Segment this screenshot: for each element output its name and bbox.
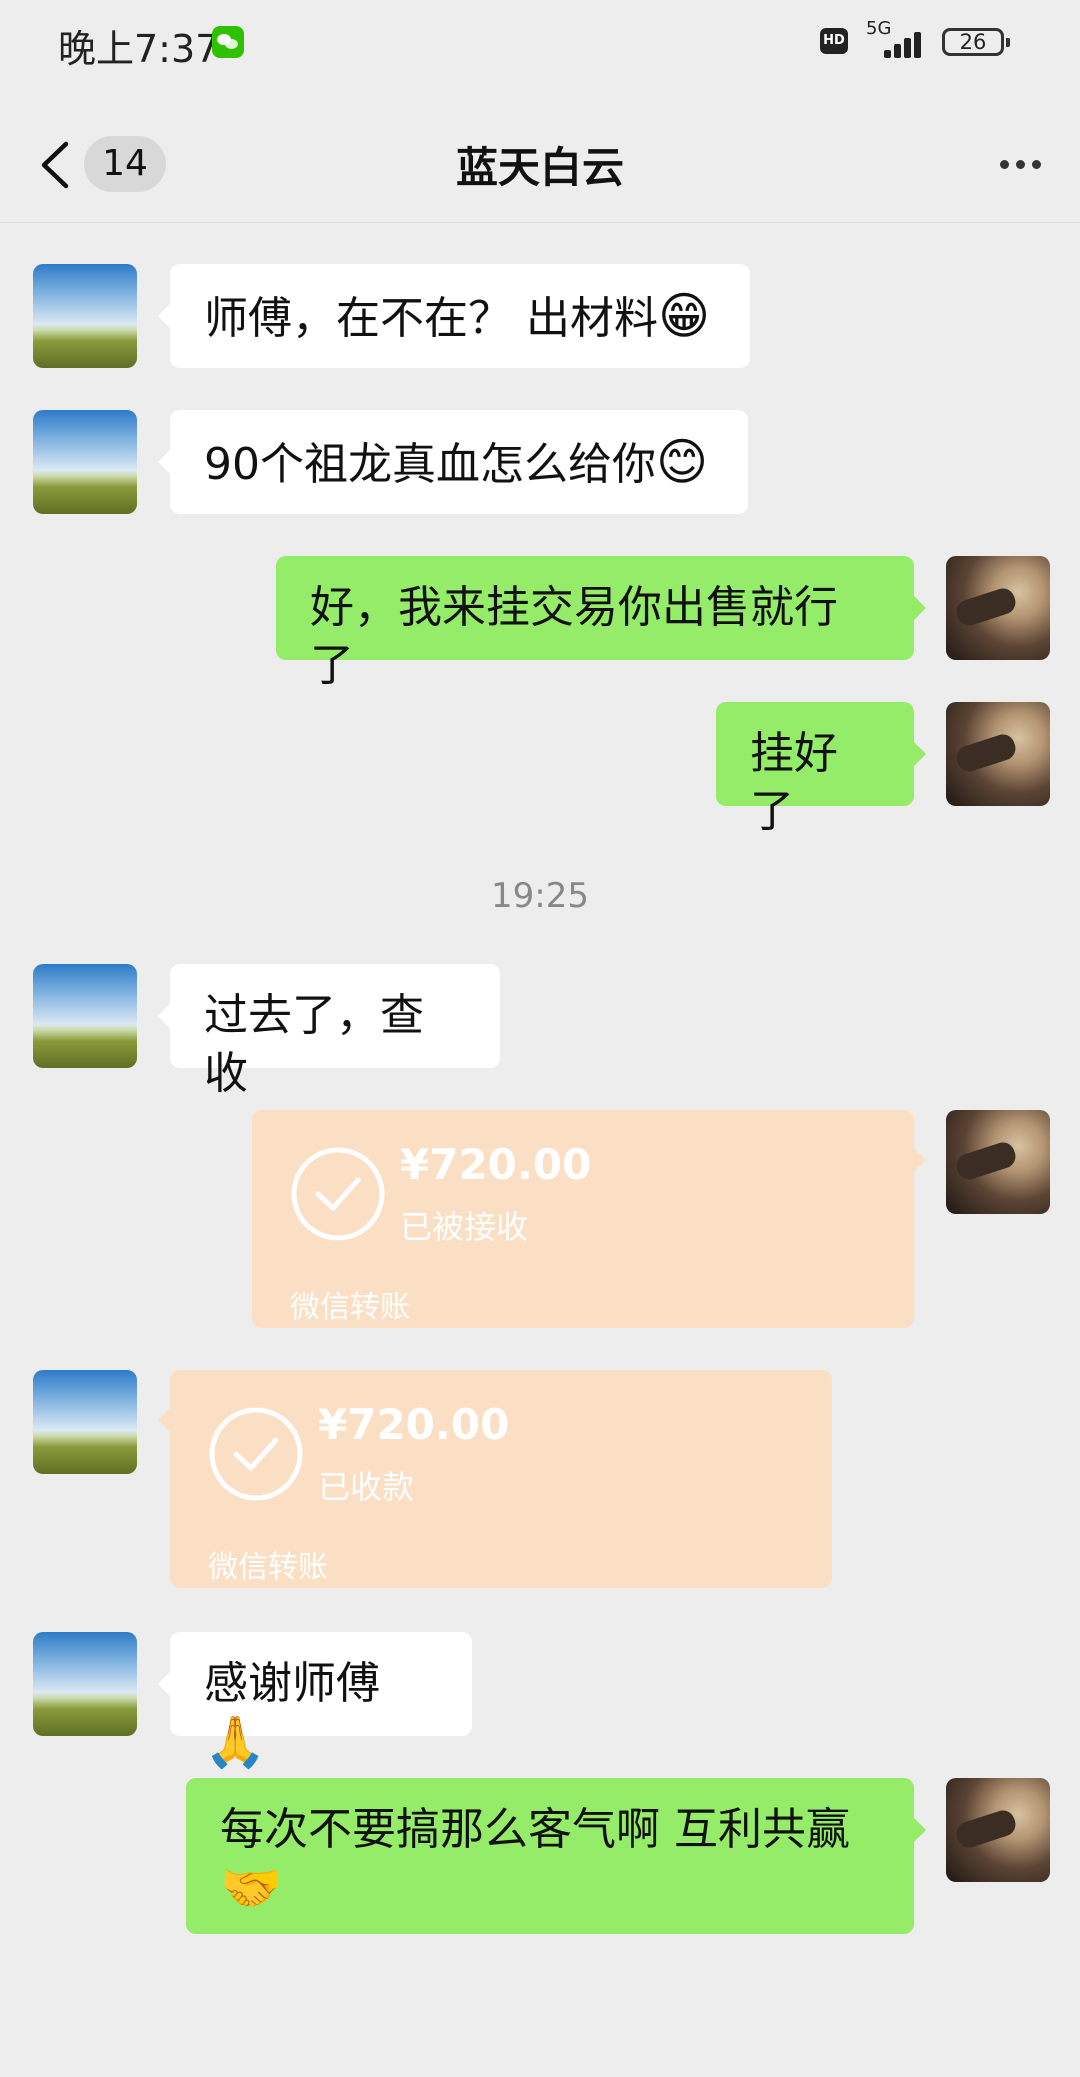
message-text: 每次不要搞那么客气啊 互利共赢 bbox=[220, 1804, 850, 1855]
message-text: 过去了，查收 bbox=[204, 990, 424, 1099]
transfer-card[interactable]: ¥720.00 已收款 微信转账 bbox=[158, 1370, 832, 1588]
self-avatar[interactable] bbox=[946, 1778, 1050, 1882]
message-bubble[interactable]: 每次不要搞那么客气啊 互利共赢 🤝 bbox=[186, 1778, 926, 1934]
battery-level: 26 bbox=[959, 30, 987, 54]
handshake-emoji-icon: 🤝 bbox=[220, 1859, 283, 1917]
unread-count-badge[interactable]: 14 bbox=[84, 136, 166, 192]
message-bubble[interactable]: 好，我来挂交易你出售就行了 bbox=[276, 556, 926, 691]
message-bubble[interactable]: 挂好了 bbox=[716, 702, 926, 837]
battery-icon: 26 bbox=[942, 28, 1010, 56]
message-bubble[interactable]: 感谢师傅🙏 bbox=[158, 1632, 472, 1771]
hd-voice-icon: HD bbox=[820, 28, 848, 54]
transfer-divider bbox=[282, 1272, 884, 1273]
pray-emoji-icon: 🙏 bbox=[204, 1713, 267, 1771]
message-text: 感谢师傅 bbox=[204, 1658, 380, 1709]
contact-avatar[interactable] bbox=[33, 964, 137, 1068]
transfer-status: 已收款 bbox=[318, 1468, 415, 1506]
grin-emoji-icon: 😁 bbox=[658, 287, 711, 345]
contact-avatar[interactable] bbox=[33, 264, 137, 368]
message-text: 挂好了 bbox=[750, 728, 838, 837]
more-dots-icon[interactable] bbox=[996, 154, 1046, 174]
contact-avatar[interactable] bbox=[33, 1370, 137, 1474]
status-bar: 晚上7:37 HD 5G 26 bbox=[0, 0, 1080, 84]
chat-title: 蓝天白云 bbox=[455, 143, 624, 192]
message-bubble[interactable]: 过去了，查收 bbox=[158, 964, 500, 1099]
transfer-divider bbox=[200, 1532, 802, 1533]
message-text: 90个祖龙真血怎么给你 bbox=[204, 439, 656, 490]
self-avatar[interactable] bbox=[946, 702, 1050, 806]
message-text: 好，我来挂交易你出售就行了 bbox=[310, 582, 838, 691]
transfer-label: 微信转账 bbox=[290, 1290, 410, 1325]
check-circle-icon bbox=[209, 1407, 303, 1501]
transfer-label: 微信转账 bbox=[208, 1550, 328, 1585]
message-bubble[interactable]: 师傅，在不在？ 出材料😁 bbox=[158, 264, 750, 368]
self-avatar[interactable] bbox=[946, 1110, 1050, 1214]
smile-emoji-icon: 😊 bbox=[656, 433, 709, 491]
transfer-amount: ¥720.00 bbox=[318, 1400, 510, 1449]
self-avatar[interactable] bbox=[946, 556, 1050, 660]
transfer-amount: ¥720.00 bbox=[400, 1140, 592, 1189]
check-circle-icon bbox=[291, 1147, 385, 1241]
chat-timestamp: 19:25 bbox=[491, 876, 589, 916]
contact-avatar[interactable] bbox=[33, 1632, 137, 1736]
chevron-left-icon[interactable] bbox=[36, 140, 76, 190]
transfer-status: 已被接收 bbox=[400, 1208, 529, 1246]
chat-header: 14 蓝天白云 bbox=[0, 100, 1080, 223]
contact-avatar[interactable] bbox=[33, 410, 137, 514]
message-text: 师傅，在不在？ 出材料 bbox=[204, 293, 658, 344]
wechat-notification-icon bbox=[212, 26, 244, 58]
signal-strength-icon bbox=[870, 30, 930, 58]
message-bubble[interactable]: 90个祖龙真血怎么给你😊 bbox=[158, 410, 748, 514]
status-time: 晚上7:37 bbox=[58, 27, 220, 71]
transfer-card[interactable]: ¥720.00 已被接收 微信转账 bbox=[252, 1110, 926, 1328]
